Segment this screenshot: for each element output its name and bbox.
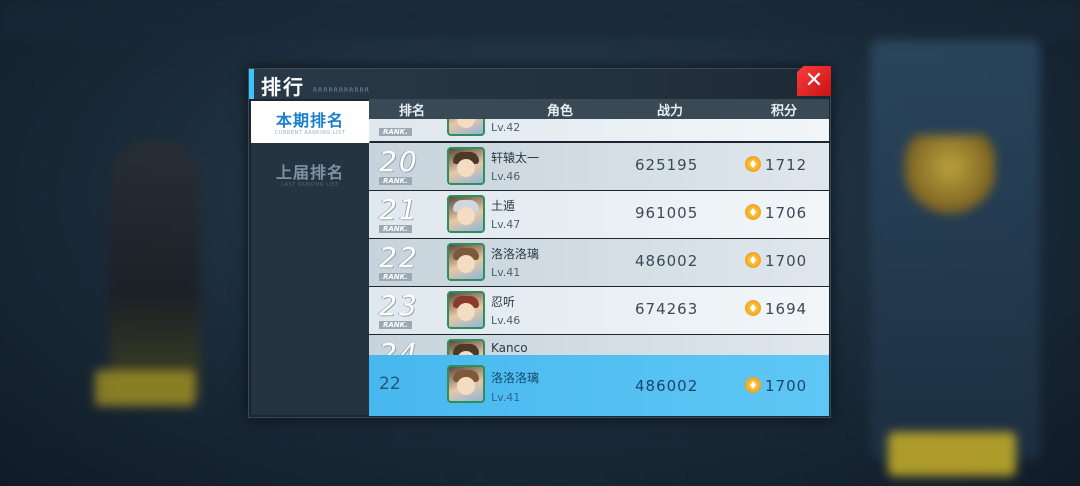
- avatar: [447, 365, 485, 403]
- avatar: [447, 291, 485, 329]
- header-rank: 排名: [399, 104, 426, 119]
- rank-number: 22: [379, 241, 419, 274]
- tab-sublabel: LAST RANKING LIST: [281, 182, 339, 188]
- character-level: Lv.46: [491, 170, 521, 183]
- background-right-panel: [870, 40, 1040, 460]
- tab-current-ranking[interactable]: 本期排名 CURRENT RANKING LIST: [251, 101, 379, 143]
- character-level: Lv.41: [491, 266, 521, 279]
- background-button: [888, 432, 1016, 476]
- ranking-list[interactable]: RANK. Lv.42 20 RANK. 轩辕太一 Lv.46 625195 1…: [369, 119, 829, 355]
- background-trophy-icon: [905, 135, 995, 215]
- character-level: Lv.46: [491, 314, 521, 327]
- header-power: 战力: [657, 104, 684, 119]
- close-button[interactable]: ✕: [797, 66, 831, 96]
- power-value: 625195: [635, 156, 699, 174]
- background-nameplate: [95, 370, 195, 406]
- character-level: Lv.47: [491, 218, 521, 231]
- avatar: [447, 195, 485, 233]
- score-medal-icon: [745, 300, 761, 316]
- rank-label: RANK.: [379, 321, 412, 329]
- rank-label: RANK.: [379, 225, 412, 233]
- table-row[interactable]: 22 RANK. 洛洛洛璃 Lv.41 486002 1700: [369, 239, 829, 286]
- character-name: 土遁: [491, 199, 516, 213]
- header-score: 积分: [771, 104, 798, 119]
- avatar: [447, 119, 485, 136]
- avatar: [447, 243, 485, 281]
- ranking-panel: 排行 RRRRRRRRRRR ✕ 本期排名 CURRENT RANKING LI…: [248, 66, 831, 418]
- my-power-value: 486002: [635, 377, 699, 395]
- score-medal-icon: [745, 156, 761, 172]
- table-header: 排名 角色 战力 积分: [369, 99, 829, 119]
- rank-number: 21: [379, 193, 419, 226]
- character-name: 忍听: [491, 295, 516, 309]
- score-value: 1706: [765, 204, 808, 222]
- tab-label: 本期排名: [275, 111, 344, 130]
- my-rank-number: 22: [379, 374, 401, 394]
- ranking-tabs: 本期排名 CURRENT RANKING LIST 上届排名 LAST RANK…: [251, 101, 379, 415]
- rank-number: 24: [379, 337, 419, 355]
- rank-number: 23: [379, 289, 419, 322]
- rank-label: RANK.: [379, 273, 412, 281]
- table-row[interactable]: 23 RANK. 忍听 Lv.46 674263 1694: [369, 287, 829, 334]
- avatar: [447, 339, 485, 355]
- score-medal-icon: [745, 204, 761, 220]
- power-value: 674263: [635, 300, 699, 318]
- table-row-partial: 24 Kanco: [369, 335, 829, 355]
- panel-subtitle: RRRRRRRRRRR: [313, 87, 370, 94]
- score-value: 1700: [765, 252, 808, 270]
- close-icon: ✕: [804, 68, 824, 93]
- score-value: 1694: [765, 300, 808, 318]
- header-character: 角色: [547, 104, 574, 119]
- table-row[interactable]: 21 RANK. 土遁 Lv.47 961005 1706: [369, 191, 829, 238]
- power-value: 961005: [635, 204, 699, 222]
- panel-title: 排行: [261, 75, 305, 99]
- tab-sublabel: CURRENT RANKING LIST: [274, 130, 346, 136]
- rank-number: 20: [379, 145, 419, 178]
- power-value: 486002: [635, 252, 699, 270]
- character-name: 洛洛洛璃: [491, 247, 540, 261]
- score-medal-icon: [745, 252, 761, 268]
- tab-last-ranking[interactable]: 上届排名 LAST RANKING LIST: [251, 153, 369, 195]
- score-value: 1712: [765, 156, 808, 174]
- table-row[interactable]: 20 RANK. 轩辕太一 Lv.46 625195 1712: [369, 143, 829, 190]
- character-level: Lv.42: [491, 121, 521, 134]
- character-name: 轩辕太一: [491, 151, 540, 165]
- panel-header: 排行 RRRRRRRRRRR: [249, 69, 830, 99]
- rank-label: RANK.: [379, 177, 412, 185]
- tab-label: 上届排名: [275, 163, 344, 182]
- background-character: [110, 140, 200, 400]
- character-name: Kanco: [491, 341, 528, 355]
- my-rank-bar: 22 洛洛洛璃 Lv.41 486002 1700: [369, 355, 829, 416]
- table-row-partial: RANK. Lv.42: [369, 119, 829, 141]
- my-character-name: 洛洛洛璃: [491, 371, 540, 385]
- my-score-value: 1700: [765, 377, 808, 395]
- my-character-level: Lv.41: [491, 391, 521, 404]
- score-medal-icon: [745, 377, 761, 393]
- rank-label: RANK.: [379, 128, 412, 136]
- background-topbar: [0, 0, 1080, 40]
- avatar: [447, 147, 485, 185]
